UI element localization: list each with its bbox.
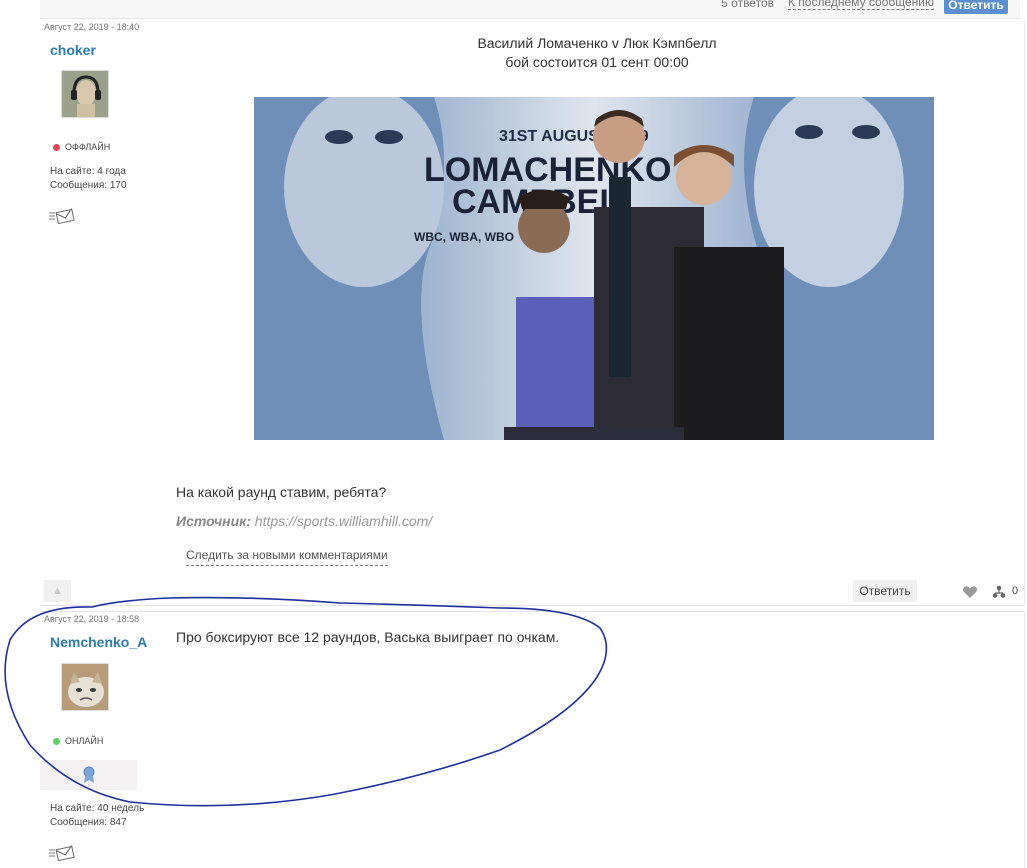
post-title-line1: Василий Ломаченко v Люк Кэмпбелл (477, 35, 717, 51)
user-status: ОФФЛАЙН (53, 142, 110, 152)
fight-poster-image: 31ST AUGUST 2019 LOMACHENKO CAMPBELL WBC… (254, 97, 934, 440)
heart-icon[interactable] (962, 585, 978, 599)
reply-button[interactable]: Ответить (853, 580, 917, 602)
post-body-text: Про боксируют все 12 раундов, Васька выи… (176, 629, 560, 645)
message-count: Сообщения: 847 (50, 817, 127, 828)
poster-belts: WBC, WBA, WBO (414, 230, 514, 244)
status-text: ОНЛАЙН (65, 736, 104, 746)
thread-toolbar: 5 ответов К последнему сообщению Ответит… (40, 0, 1020, 19)
author-username[interactable]: choker (50, 42, 96, 58)
private-message-icon[interactable] (48, 844, 76, 862)
post-date: Август 22, 2019 - 18:58 (44, 614, 140, 624)
message-count: Сообщения: 170 (50, 180, 127, 191)
on-site-duration: На сайте: 4 года (50, 166, 126, 177)
avatar-image (62, 71, 108, 117)
users-tree-icon[interactable] (992, 585, 1006, 599)
arrow-up-icon: ▲ (52, 585, 63, 597)
post-image: 31ST AUGUST 2019 LOMACHENKO CAMPBELL WBC… (254, 97, 934, 440)
award-icon (83, 766, 94, 783)
source-link[interactable]: https://sports.williamhill.com/ (255, 513, 432, 529)
on-site-duration: На сайте: 40 недель (50, 803, 145, 814)
likes-count: 0 (1012, 585, 1019, 597)
scroll-top-button[interactable]: ▲ (44, 580, 71, 602)
private-message-icon[interactable] (48, 207, 76, 225)
forum-post: Август 22, 2019 - 18:40 choker ОФФЛАЙН Н… (40, 20, 1025, 606)
reply-thread-button[interactable]: Ответить (944, 0, 1008, 14)
post-source: Источник: https://sports.williamhill.com… (176, 513, 432, 529)
post-title-line2: бой состоится 01 сент 00:00 (505, 54, 689, 70)
offline-dot-icon (53, 143, 60, 151)
author-username[interactable]: Nemchenko_A (50, 634, 147, 650)
post-body-text: На какой раунд ставим, ребята? (176, 484, 387, 500)
online-dot-icon (53, 737, 60, 745)
user-meta: На сайте: 40 недель Сообщения: 847 (50, 802, 144, 830)
user-meta: На сайте: 4 года Сообщения: 170 (50, 165, 127, 193)
follow-comments-link[interactable]: Следить за новыми комментариями (186, 548, 388, 566)
replies-count: 5 ответов (721, 0, 774, 10)
avatar[interactable] (61, 663, 109, 711)
source-label: Источник: (176, 513, 251, 529)
post-date: Август 22, 2019 - 18:40 (44, 22, 140, 32)
avatar-image (62, 664, 108, 710)
avatar[interactable] (61, 70, 109, 118)
forum-post: Август 22, 2019 - 18:58 Nemchenko_A ОНЛА… (40, 611, 1025, 868)
user-status: ОНЛАЙН (53, 736, 103, 746)
post-title: Василий Ломаченко v Люк Кэмпбелл бой сос… (190, 34, 1004, 72)
last-message-link[interactable]: К последнему сообщению (787, 0, 934, 10)
user-badge[interactable] (40, 760, 137, 790)
status-text: ОФФЛАЙН (65, 142, 111, 152)
